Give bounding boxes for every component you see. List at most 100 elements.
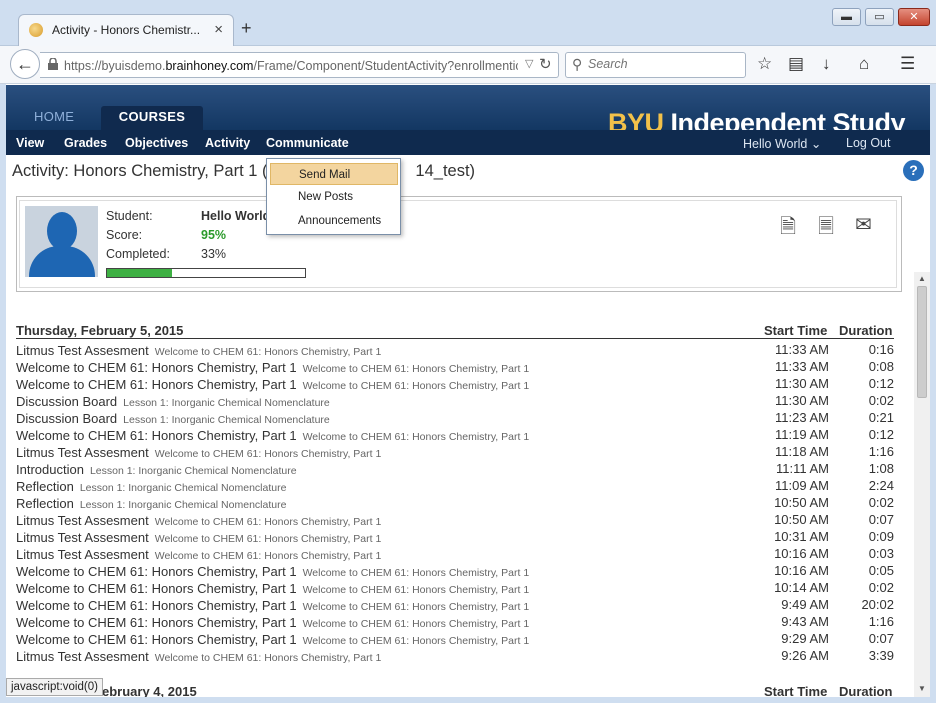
- completed-label: Completed:: [106, 247, 170, 261]
- activity-course: Welcome to CHEM 61: Honors Chemistry, Pa…: [302, 618, 530, 630]
- subnav-activity[interactable]: Activity: [205, 136, 250, 150]
- activity-duration: 1:08: [868, 461, 894, 476]
- back-arrow-icon[interactable]: ←: [10, 49, 40, 79]
- activity-row[interactable]: Welcome to CHEM 61: Honors Chemistry, Pa…: [16, 359, 894, 376]
- activity-row[interactable]: Discussion Board Lesson 1: Inorganic Chem…: [16, 410, 894, 427]
- subnav-objectives[interactable]: Objectives: [125, 136, 188, 150]
- activity-start-time: 11:11 AM: [776, 461, 829, 476]
- document-settings-icon[interactable]: 🗏: [818, 212, 834, 246]
- window-border-left: [0, 84, 6, 703]
- logout-link[interactable]: Log Out: [846, 136, 890, 150]
- activity-duration: 0:08: [868, 359, 894, 374]
- activity-title: Litmus Test Assesment: [16, 445, 149, 460]
- activity-title: Litmus Test Assesment: [16, 513, 149, 528]
- student-label: Student:: [106, 209, 153, 223]
- activity-duration: 3:39: [868, 648, 894, 663]
- activity-row[interactable]: Welcome to CHEM 61: Honors Chemistry, Pa…: [16, 631, 894, 648]
- address-bar[interactable]: https://byuisdemo.brainhoney.com/Frame/C…: [40, 52, 559, 78]
- activity-row[interactable]: Welcome to CHEM 61: Honors Chemistry, Pa…: [16, 614, 894, 631]
- activity-row[interactable]: Welcome to CHEM 61: Honors Chemistry, Pa…: [16, 563, 894, 580]
- activity-course: Welcome to CHEM 61: Honors Chemistry, Pa…: [154, 516, 382, 528]
- duration-header: Duration: [839, 323, 893, 338]
- nav-courses[interactable]: COURSES: [101, 106, 203, 130]
- activity-course: Lesson 1: Inorganic Chemical Nomenclatur…: [123, 414, 330, 426]
- activity-title: Introduction: [16, 462, 84, 477]
- scroll-down-icon[interactable]: ▼: [918, 684, 926, 693]
- activity-duration: 1:16: [868, 444, 894, 459]
- activity-title: Welcome to CHEM 61: Honors Chemistry, Pa…: [16, 360, 297, 375]
- activity-row[interactable]: Litmus Test Assesment Welcome to CHEM 61:…: [16, 444, 894, 461]
- activity-title: Welcome to CHEM 61: Honors Chemistry, Pa…: [16, 615, 297, 630]
- activity-start-time: 11:19 AM: [775, 427, 829, 442]
- nav-home[interactable]: HOME: [34, 109, 74, 124]
- activity-course: Welcome to CHEM 61: Honors Chemistry, Pa…: [302, 380, 530, 392]
- activity-row[interactable]: Introduction Lesson 1: Inorganic Chemical…: [16, 461, 894, 478]
- activity-course: Lesson 1: Inorganic Chemical Nomenclatur…: [123, 397, 330, 409]
- home-icon[interactable]: ⌂: [859, 54, 869, 74]
- scrollbar-thumb[interactable]: [917, 286, 927, 398]
- download-icon[interactable]: ↓: [822, 54, 831, 74]
- activity-duration: 20:02: [861, 597, 894, 612]
- activity-course: Lesson 1: Inorganic Chemical Nomenclatur…: [79, 482, 287, 494]
- activity-row[interactable]: Reflection Lesson 1: Inorganic Chemical N…: [16, 495, 894, 512]
- activity-duration: 0:21: [868, 410, 894, 425]
- activity-start-time: 9:29 AM: [781, 631, 829, 646]
- window-maximize-button[interactable]: ▭: [865, 8, 894, 26]
- window-border-bottom: [0, 697, 936, 703]
- activity-row[interactable]: Welcome to CHEM 61: Honors Chemistry, Pa…: [16, 580, 894, 597]
- scrollbar[interactable]: ▲ ▼: [914, 272, 930, 697]
- activity-start-time: 11:23 AM: [775, 410, 829, 425]
- browser-tab[interactable]: Activity - Honors Chemistr... ×: [18, 14, 234, 46]
- activity-row[interactable]: Litmus Test Assesment Welcome to CHEM 61:…: [16, 342, 894, 359]
- activity-title: Reflection: [16, 496, 74, 511]
- menu-item-new-posts[interactable]: New Posts: [270, 186, 398, 208]
- activity-title: Discussion Board: [16, 394, 118, 409]
- activity-row[interactable]: Welcome to CHEM 61: Honors Chemistry, Pa…: [16, 376, 894, 393]
- activity-start-time: 10:50 AM: [774, 495, 829, 510]
- activity-start-time: 10:14 AM: [774, 580, 829, 595]
- window-border-right: [930, 84, 936, 703]
- menu-icon[interactable]: ☰: [900, 54, 915, 74]
- activity-row[interactable]: Reflection Lesson 1: Inorganic Chemical N…: [16, 478, 894, 495]
- activity-course: Welcome to CHEM 61: Honors Chemistry, Pa…: [154, 533, 382, 545]
- activity-start-time: 11:30 AM: [775, 376, 829, 391]
- search-box[interactable]: ⚲: [565, 52, 746, 78]
- progress-fill: [107, 269, 173, 277]
- reading-list-icon[interactable]: ▤: [788, 54, 804, 74]
- activity-duration: 0:02: [868, 495, 894, 510]
- mail-icon[interactable]: ✉: [855, 212, 872, 237]
- subnav-communicate[interactable]: Communicate: [266, 136, 349, 150]
- new-tab-button[interactable]: +: [241, 18, 252, 39]
- menu-item-announcements[interactable]: Announcements: [270, 210, 398, 232]
- app-header: HOME COURSES BYU Independent Study: [6, 85, 930, 138]
- search-input[interactable]: [588, 57, 738, 71]
- activity-row[interactable]: Litmus Test Assesment Welcome to CHEM 61:…: [16, 512, 894, 529]
- scroll-up-icon[interactable]: ▲: [918, 274, 926, 283]
- bookmark-star-icon[interactable]: ☆: [757, 54, 772, 74]
- activity-row[interactable]: Welcome to CHEM 61: Honors Chemistry, Pa…: [16, 427, 894, 444]
- activity-title: Litmus Test Assesment: [16, 530, 149, 545]
- tab-close-icon[interactable]: ×: [214, 21, 223, 38]
- activity-start-time: 10:31 AM: [774, 529, 829, 544]
- browser-titlebar: Activity - Honors Chemistr... × + ▬ ▭ ✕: [0, 0, 936, 46]
- site-favicon-icon: [29, 23, 43, 37]
- menu-item-send-mail[interactable]: Send Mail: [270, 163, 398, 185]
- activity-course: Welcome to CHEM 61: Honors Chemistry, Pa…: [302, 601, 530, 613]
- user-menu[interactable]: Hello World ⌄: [743, 136, 821, 151]
- url-dropdown-icon[interactable]: ▽: [525, 57, 533, 70]
- add-document-icon[interactable]: 🗎: [780, 212, 796, 246]
- activity-row[interactable]: Litmus Test Assesment Welcome to CHEM 61:…: [16, 529, 894, 546]
- reload-icon[interactable]: ↻: [539, 55, 552, 73]
- window-minimize-button[interactable]: ▬: [832, 8, 861, 26]
- subnav-view[interactable]: View: [16, 136, 44, 150]
- activity-row[interactable]: Litmus Test Assesment Welcome to CHEM 61:…: [16, 648, 894, 665]
- window-close-button[interactable]: ✕: [898, 8, 930, 26]
- activity-row[interactable]: Discussion Board Lesson 1: Inorganic Chem…: [16, 393, 894, 410]
- activity-row[interactable]: Litmus Test Assesment Welcome to CHEM 61:…: [16, 546, 894, 563]
- help-icon[interactable]: ?: [903, 160, 924, 181]
- activity-course: Welcome to CHEM 61: Honors Chemistry, Pa…: [154, 652, 382, 664]
- url-text: https://byuisdemo.brainhoney.com/Frame/C…: [64, 59, 518, 73]
- activity-title: Reflection: [16, 479, 74, 494]
- subnav-grades[interactable]: Grades: [64, 136, 107, 150]
- activity-row[interactable]: Welcome to CHEM 61: Honors Chemistry, Pa…: [16, 597, 894, 614]
